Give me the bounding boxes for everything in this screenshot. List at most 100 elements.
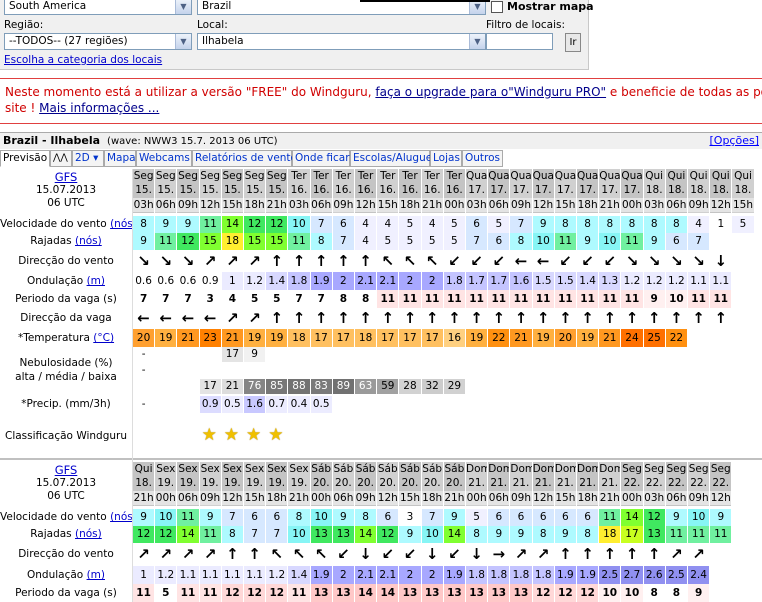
gusts-cell: 15	[199, 233, 221, 250]
wave-height-cell: 1.8	[288, 272, 310, 290]
tab-item-7[interactable]: Escolas/Aluguer	[350, 150, 437, 167]
wind-dir-cell: ↖	[381, 252, 395, 270]
rating-label: Classificação Windguru	[0, 418, 132, 454]
wind-speed-2-cell: 8	[355, 509, 377, 526]
continent-select[interactable]: South America ▼	[4, 0, 192, 15]
block2-time-header: Sex 19. 15h	[244, 462, 266, 506]
tab-item-4[interactable]: Webcams	[136, 150, 192, 167]
wave-height-cell: 2.1	[377, 272, 399, 290]
block1-time-header: Ter 16. 15h	[377, 169, 399, 213]
filter-input[interactable]	[486, 33, 553, 50]
tab-item-8[interactable]: Lojas	[430, 150, 462, 167]
tab-item-2[interactable]: 2D ▾	[72, 150, 104, 167]
block2-time-header: Sáb 20. 12h	[377, 462, 399, 506]
gusts-cell: 9	[133, 233, 155, 250]
cloud-low-cell: 17	[199, 379, 221, 394]
wind-dir-2-cell: ↙	[448, 545, 461, 563]
options-link[interactable]: [Opções]	[710, 133, 760, 149]
tab-item-9[interactable]: Outros	[462, 150, 503, 167]
wave-height-2-cell: 2.1	[355, 566, 377, 584]
wind-dir-2-cell: ↓	[470, 545, 483, 563]
gusts-cell: 11	[155, 233, 177, 250]
local-value: Ilhabela	[202, 35, 244, 47]
chevron-down-icon: ▼	[175, 0, 191, 14]
upgrade-link[interactable]: faça o upgrade para o"Windguru PRO"	[375, 85, 606, 99]
block1-time-header: Qui 18. 03h	[643, 169, 665, 213]
precip-cell: -	[141, 398, 146, 410]
more-info-link[interactable]: Mais informações ...	[39, 101, 159, 115]
gusts-label-2: Rajadas (nós)	[0, 526, 132, 543]
wind-dir-cell: ↗	[203, 252, 217, 270]
block1-time-header: Ter 16. 09h	[332, 169, 354, 213]
tab-item-6[interactable]: Onde ficar	[292, 150, 350, 167]
wind-speed-2-cell: 9	[665, 509, 687, 526]
country-select[interactable]: Brazil ▼	[197, 0, 486, 15]
wind-dir-2-cell: ↙	[337, 545, 350, 563]
cloud-mid-cell: -	[141, 364, 146, 376]
wave-label-2-unit-link[interactable]: (m)	[87, 569, 105, 581]
wave-height-2-cell: 1.8	[488, 566, 510, 584]
block2-model-link[interactable]: GFS	[0, 464, 132, 477]
gusts-cell: 8	[510, 233, 532, 250]
block2-time-header: Sex 19. 06h	[177, 462, 199, 506]
wave-dir-cell: ↑	[292, 309, 306, 327]
wave-period-cell: 7	[310, 290, 332, 308]
chart-icon[interactable]: ⋀⋀	[50, 150, 72, 167]
block2-time-header: Dom 21. 18h	[577, 462, 599, 506]
block2-time-header: Sex 19. 21h	[288, 462, 310, 506]
wave-dir-cell: ↑	[670, 309, 683, 327]
temp-label-unit-link[interactable]: (°C)	[93, 332, 114, 344]
gusts-label-2-unit-link[interactable]: (nós)	[75, 528, 102, 540]
block2-time-header: Sáb 20. 18h	[421, 462, 443, 506]
wind-speed-2-cell: 6	[266, 509, 288, 526]
temperature-cell: 18	[355, 329, 377, 347]
wave-dir-cell: ↑	[425, 309, 439, 327]
cloud-low-cell: 76	[244, 379, 266, 394]
wind-dir-2-cell: →	[492, 545, 506, 563]
tab-item-3[interactable]: Mapa	[104, 150, 136, 167]
block2-time-header: Seg 22. 03h	[643, 462, 665, 506]
show-map-checkbox[interactable]	[491, 1, 503, 13]
local-select[interactable]: Ilhabela ▼	[197, 33, 486, 50]
wave-height-2-cell: 1.1	[177, 566, 199, 584]
block2-run-date: 15.07.2013	[35, 477, 97, 489]
wind-speed-cell: 14	[221, 216, 243, 233]
wind-speed-2-cell: 12	[643, 509, 665, 526]
wind-dir-2-cell: ↗	[670, 545, 683, 563]
wave-label-unit-link[interactable]: (m)	[87, 275, 105, 287]
wave-dir-cell: ↑	[470, 309, 483, 327]
block2-time-header: Qui 18. 21h	[133, 462, 155, 506]
block1-time-header: Seg 15. 15h	[221, 169, 243, 213]
tab-item-5[interactable]: Relatórios de vento	[192, 150, 297, 167]
wave-height-cell: 1.2	[244, 272, 266, 290]
wave-period-2-cell: 9	[688, 584, 710, 602]
wave-period-cell: 11	[599, 290, 621, 308]
gusts-cell: 6	[665, 233, 687, 250]
gusts-2-cell: 18	[599, 526, 621, 543]
gusts-cell: 18	[221, 233, 243, 250]
wave-height-cell: 0.9	[199, 272, 221, 290]
wave-dir-cell: ↑	[270, 309, 284, 327]
block1-time-header: Seg 15. 12h	[199, 169, 221, 213]
gusts-2-cell: 14	[355, 526, 377, 543]
block1-model-link[interactable]: GFS	[0, 171, 132, 184]
wave-dir-cell: ↗	[248, 309, 261, 327]
wave-height-cell: 1.7	[466, 272, 488, 290]
country-value: Brazil	[202, 0, 232, 12]
gusts-label-unit-link[interactable]: (nós)	[75, 235, 102, 247]
region-select[interactable]: --TODOS-- (27 regiões) ▼	[4, 33, 192, 50]
gusts-2-cell: 11	[710, 526, 732, 543]
block2-time-header: Dom 21. 06h	[488, 462, 510, 506]
block1-time-header: Qua 17. 15h	[554, 169, 576, 213]
wave-period-cell: 7	[155, 290, 177, 308]
wind-dir-2-cell: ↑	[248, 545, 261, 563]
filter-go-button[interactable]: Ir	[565, 33, 581, 52]
wind-dir-2-cell: ↓	[359, 545, 372, 563]
wind-speed-2-cell: 10	[155, 509, 177, 526]
wave-dir-cell: ↑	[448, 309, 461, 327]
block2-time-header: Sáb 20. 15h	[399, 462, 421, 506]
tab-forecast[interactable]: Previsão	[0, 150, 50, 167]
wave-dir-cell: ←	[137, 309, 150, 327]
category-link[interactable]: Escolha a categoria dos locais	[4, 54, 162, 66]
free-version-notice: Neste momento está a utilizar a versão "…	[0, 78, 762, 124]
